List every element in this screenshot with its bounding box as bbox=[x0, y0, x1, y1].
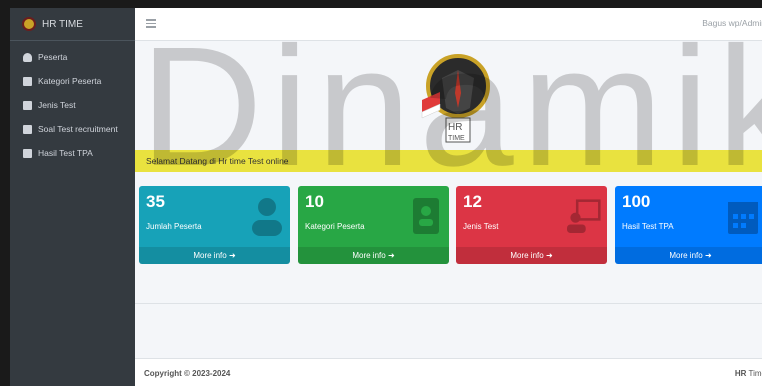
footer: Copyright © 2023-2024 HR Time bbox=[135, 358, 762, 386]
top-navbar: Bagus wp/Admin bbox=[135, 8, 762, 41]
card-value: 35 bbox=[146, 192, 165, 211]
card-label: Jenis Test bbox=[463, 222, 499, 231]
sidebar-item-peserta[interactable]: Peserta bbox=[10, 45, 135, 69]
more-info-label: More info bbox=[193, 251, 227, 260]
card-label: Hasil Test TPA bbox=[622, 222, 674, 231]
sidebar-item-label: Jenis Test bbox=[38, 100, 76, 110]
calendar-icon bbox=[728, 202, 758, 234]
sidebar: HR TIME Peserta Kategori Peserta Jenis T… bbox=[10, 8, 135, 386]
card-kategori-peserta: 10 Kategori Peserta More info ➜ bbox=[298, 186, 449, 264]
sidebar-item-soal-test[interactable]: Soal Test recruitment bbox=[10, 117, 135, 141]
user-icon bbox=[23, 52, 32, 62]
more-info-link[interactable]: More info ➜ bbox=[615, 247, 762, 264]
more-info-label: More info bbox=[352, 251, 386, 260]
address-book-icon bbox=[413, 198, 439, 234]
card-jenis-test: 12 Jenis Test More info ➜ bbox=[456, 186, 607, 264]
more-info-link[interactable]: More info ➜ bbox=[298, 247, 449, 264]
hr-time-logo: HR TIME bbox=[421, 54, 490, 143]
brand-title: HR TIME bbox=[42, 18, 83, 30]
arrow-circle-right-icon: ➜ bbox=[545, 251, 553, 260]
chalkboard-icon bbox=[23, 100, 32, 110]
footer-brand-rest: Time bbox=[748, 369, 762, 378]
brand[interactable]: HR TIME bbox=[10, 8, 135, 41]
welcome-banner: Selamat Datang di Hr time Test online bbox=[135, 150, 762, 172]
more-info-link[interactable]: More info ➜ bbox=[456, 247, 607, 264]
card-label: Kategori Peserta bbox=[305, 222, 365, 231]
sidebar-item-hasil-test[interactable]: Hasil Test TPA bbox=[10, 141, 135, 165]
user-icon bbox=[252, 198, 282, 236]
stats-cards: 35 Jumlah Peserta More info ➜ 10 Kategor… bbox=[139, 186, 762, 264]
arrow-circle-right-icon: ➜ bbox=[228, 251, 236, 260]
sidebar-item-jenis-test[interactable]: Jenis Test bbox=[10, 93, 135, 117]
card-value: 10 bbox=[305, 192, 324, 211]
more-info-label: More info bbox=[510, 251, 544, 260]
chalkboard-teacher-icon bbox=[567, 199, 601, 233]
logo-text-time: TIME bbox=[448, 135, 465, 142]
footer-brand: HR Time bbox=[735, 369, 762, 378]
user-menu[interactable]: Bagus wp/Admin bbox=[702, 18, 762, 28]
arrow-circle-right-icon: ➜ bbox=[387, 251, 395, 260]
footer-brand-bold: HR bbox=[734, 369, 747, 378]
address-book-icon bbox=[23, 76, 32, 86]
card-label: Jumlah Peserta bbox=[146, 222, 202, 231]
copyright-text: Copyright © 2023-2024 bbox=[144, 369, 231, 378]
brand-logo-icon bbox=[22, 17, 36, 31]
sidebar-nav: Peserta Kategori Peserta Jenis Test Soal… bbox=[10, 41, 135, 165]
card-value: 100 bbox=[622, 192, 651, 211]
sidebar-item-label: Hasil Test TPA bbox=[38, 148, 93, 158]
arrow-circle-right-icon: ➜ bbox=[704, 251, 712, 260]
content-divider bbox=[135, 303, 762, 304]
sidebar-item-label: Kategori Peserta bbox=[38, 76, 102, 86]
card-hasil-test: 100 Hasil Test TPA More info ➜ bbox=[615, 186, 762, 264]
sidebar-item-label: Peserta bbox=[38, 52, 68, 62]
card-jumlah-peserta: 35 Jumlah Peserta More info ➜ bbox=[139, 186, 290, 264]
logo-text-hr: HR bbox=[448, 122, 462, 133]
more-info-link[interactable]: More info ➜ bbox=[139, 247, 290, 264]
sidebar-item-kategori-peserta[interactable]: Kategori Peserta bbox=[10, 69, 135, 93]
more-info-label: More info bbox=[669, 251, 703, 260]
file-icon bbox=[23, 124, 32, 134]
app-window: HR TIME Peserta Kategori Peserta Jenis T… bbox=[0, 0, 762, 386]
card-value: 12 bbox=[463, 192, 482, 211]
menu-toggle-icon[interactable] bbox=[146, 19, 156, 30]
calendar-icon bbox=[23, 148, 32, 158]
sidebar-item-label: Soal Test recruitment bbox=[38, 124, 118, 134]
